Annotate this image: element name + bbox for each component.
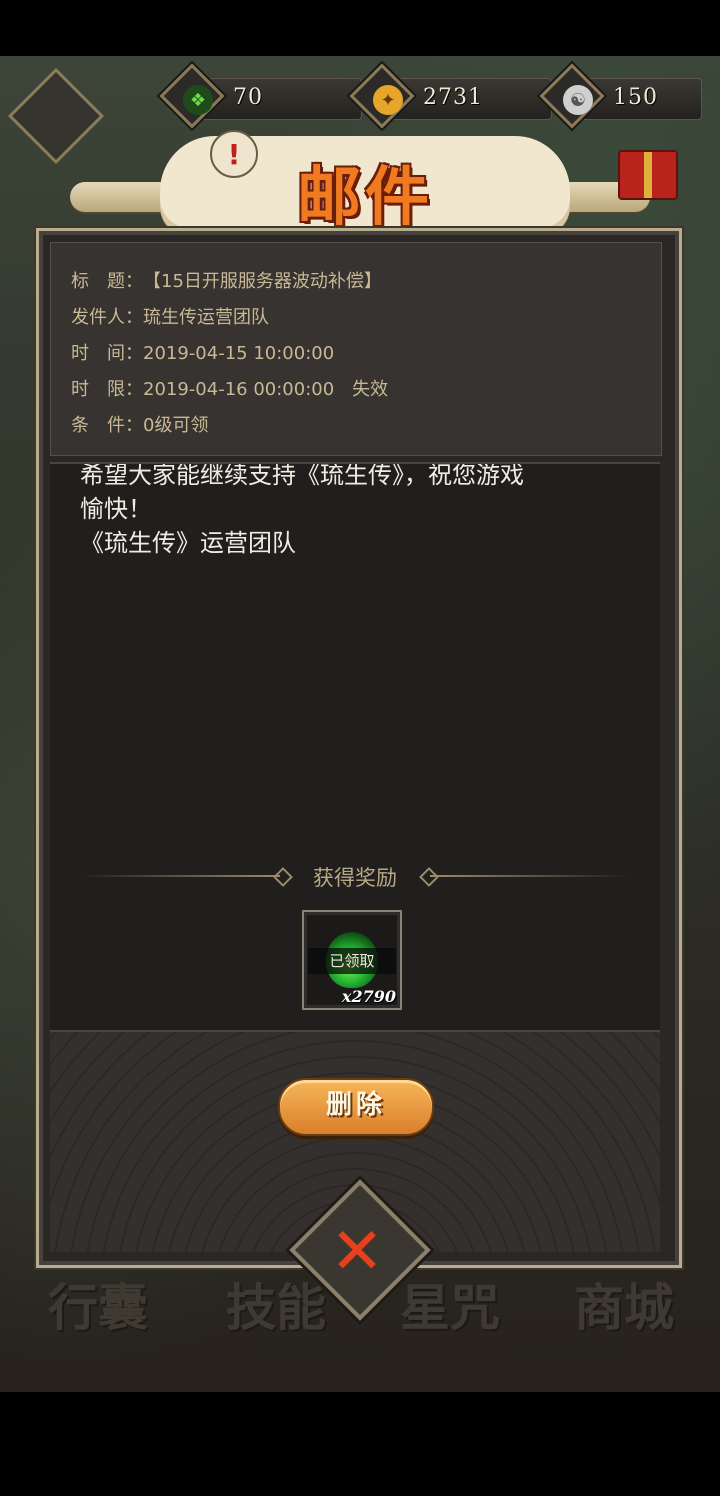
close-icon[interactable]: ✕	[322, 1220, 392, 1290]
gold-coin-icon: ✦	[361, 73, 415, 127]
exclamation-icon: !	[210, 130, 258, 178]
condition-label: 条 件：	[71, 415, 143, 436]
body-line: 愉快！	[80, 495, 152, 523]
delete-button[interactable]: 删除	[278, 1078, 434, 1136]
screen-bottom-bar	[0, 1392, 720, 1496]
silver-value: 150	[613, 85, 658, 110]
sender-value: 琉生传运营团队	[143, 307, 269, 328]
gold-value: 2731	[423, 85, 483, 110]
condition-value: 0级可领	[143, 415, 209, 436]
subject-value: 【15日开服服务器波动补偿】	[143, 271, 382, 292]
reward-item-slot[interactable]: 已领取 x2790	[302, 910, 402, 1010]
reward-divider: 获得奖励	[70, 862, 640, 890]
divider-line-right	[430, 875, 630, 877]
resource-silver: ☯ 150	[539, 63, 702, 129]
expire-value: 2019-04-16 00:00:00 失效	[143, 379, 389, 400]
gift-box-icon	[618, 150, 678, 200]
reward-heading: 获得奖励	[313, 866, 397, 890]
resource-stamina: ❖ 70	[159, 63, 362, 129]
subject-label: 标 题：	[71, 271, 143, 292]
sender-row: 发件人：琉生传运营团队	[71, 303, 269, 329]
body-line: 《琉生传》运营团队	[80, 529, 296, 557]
expire-label: 时 限：	[71, 379, 143, 400]
green-flame-icon: ❖	[171, 73, 225, 127]
body-line: 希望大家能继续支持《琉生传》，祝您游戏	[80, 462, 524, 489]
resource-gold: ✦ 2731	[349, 63, 552, 129]
subject-row: 标 题：【15日开服服务器波动补偿】	[71, 267, 382, 293]
expire-row: 时 限：2019-04-16 00:00:00 失效	[71, 375, 388, 401]
stamina-value: 70	[233, 85, 263, 110]
mail-info-box: 标 题：【15日开服服务器波动补偿】 发件人：琉生传运营团队 时 间：2019-…	[50, 242, 662, 456]
time-row: 时 间：2019-04-15 10:00:00	[71, 339, 334, 365]
nav-star-spell[interactable]: 星咒	[400, 1268, 500, 1340]
silver-token-icon: ☯	[551, 73, 605, 127]
nav-skills[interactable]: 技能	[226, 1268, 326, 1340]
dialog-title: 邮件	[297, 160, 433, 235]
reward-quantity: x2790	[341, 987, 396, 1006]
mail-body-text: 希望大家能继续支持《琉生传》，祝您游戏 愉快！ 《琉生传》运营团队	[80, 464, 650, 560]
nav-shop[interactable]: 商城	[574, 1268, 674, 1340]
nav-bag[interactable]: 行囊	[48, 1268, 148, 1340]
time-label: 时 间：	[71, 343, 143, 364]
condition-row: 条 件：0级可领	[71, 411, 208, 437]
time-value: 2019-04-15 10:00:00	[143, 343, 335, 364]
sender-label: 发件人：	[71, 307, 143, 328]
claimed-badge: 已领取	[308, 948, 396, 974]
